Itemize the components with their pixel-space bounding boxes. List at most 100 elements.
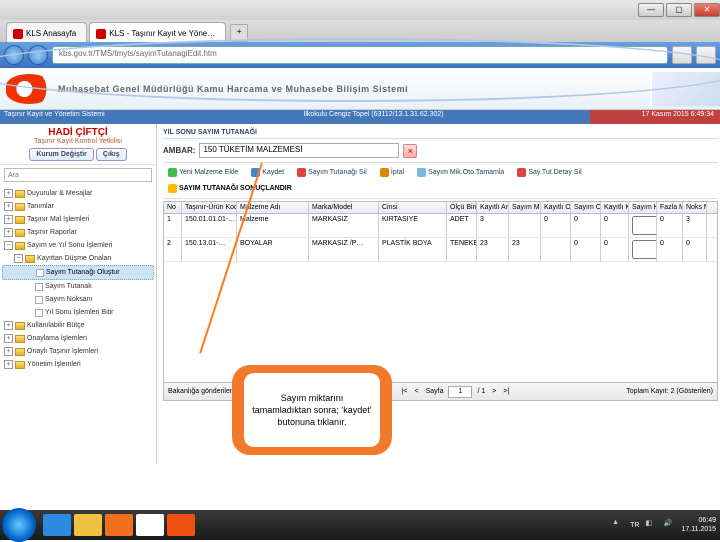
skisi-input[interactable] (632, 216, 657, 235)
cell-olcu: TENEKE (447, 238, 477, 261)
cell-kortak (541, 238, 571, 261)
banner-image (650, 72, 720, 106)
tree-toggle-icon[interactable]: − (14, 254, 23, 263)
toolbar-label: Say.Tut.Detay Sil (528, 169, 581, 176)
browser-tab-active[interactable]: KLS - Taşınır Kayıt ve Yöne… (89, 22, 226, 42)
change-org-button[interactable]: Kurum Değiştir (29, 148, 94, 161)
grid-total: Toplam Kayıt: 2 (Gösterilen) (626, 388, 713, 395)
sayim-input[interactable] (512, 216, 537, 223)
refresh-button[interactable] (672, 46, 692, 64)
toolbar-label: İptal (391, 169, 404, 176)
column-header[interactable]: Fazla Miktar (657, 202, 683, 213)
toolbar-button[interactable]: SAYIM TUTANAĞI SONUÇLANDIR (163, 182, 297, 195)
tree-item[interactable]: −Kayıttan Düşme Onaları (2, 252, 154, 265)
toolbar-button[interactable]: Say.Tut.Detay Sil (512, 166, 586, 179)
tree-item[interactable]: +Onaylama İşlemleri (2, 332, 154, 345)
tree-toggle-icon[interactable]: − (4, 241, 13, 250)
taskbar-ie-icon[interactable] (43, 514, 71, 536)
ambar-select[interactable]: 150 TÜKETİM MALZEMESİ (199, 143, 399, 158)
system-tray: ▲ TR ◧ 🔊 06:49 17.11.2015 (612, 516, 716, 534)
table-row[interactable]: 1150.01.01.01-…MalzemeMARKASIZKIRTASIYEA… (164, 214, 717, 238)
tree-item[interactable]: Yıl Sonu İşlemleri Bitir (2, 306, 154, 319)
column-header[interactable]: No (164, 202, 182, 213)
toolbar-button[interactable]: Kaydet (246, 166, 289, 179)
toolbar-button[interactable]: Sayım Tutanağı Sil (292, 166, 372, 179)
search-input[interactable] (4, 168, 152, 182)
start-button[interactable] (2, 508, 36, 542)
column-header[interactable]: Kayıtlı Ambar Miktarı (477, 202, 509, 213)
folder-icon (15, 361, 25, 369)
tray-clock[interactable]: 06:49 17.11.2015 (681, 516, 716, 534)
tab-label: KLS Anasayfa (26, 29, 76, 38)
banner-title: Muhasebat Genel Müdürlüğü Kamu Harcama v… (58, 84, 408, 94)
column-header[interactable]: Noks Mik (683, 202, 707, 213)
tree-toggle-icon[interactable]: + (4, 334, 13, 343)
taskbar-wmp-icon[interactable] (105, 514, 133, 536)
last-page-icon[interactable]: >| (501, 388, 511, 395)
new-tab-button[interactable]: + (230, 24, 248, 42)
back-icon[interactable] (4, 45, 24, 65)
tray-lang[interactable]: TR (630, 522, 639, 529)
taskbar-explorer-icon[interactable] (74, 514, 102, 536)
tree-item[interactable]: +Taşınır Mal İşlemleri (2, 213, 154, 226)
taskbar-firefox-icon[interactable] (167, 514, 195, 536)
taskbar-chrome-icon[interactable] (136, 514, 164, 536)
skisi-input[interactable] (632, 240, 657, 259)
forward-icon[interactable] (28, 45, 48, 65)
browser-titlebar: — ▢ ✕ (0, 0, 720, 20)
tree-toggle-icon[interactable]: + (4, 360, 13, 369)
page-icon (35, 283, 43, 291)
tree-item[interactable]: −Sayım ve Yıl Sonu İşlemleri (2, 239, 154, 252)
maximize-button[interactable]: ▢ (666, 3, 692, 17)
tree-item[interactable]: +Duyurular & Mesajlar (2, 187, 154, 200)
next-page-icon[interactable]: > (490, 388, 498, 395)
tree-toggle-icon[interactable]: + (4, 202, 13, 211)
tree-item[interactable]: +Yönetim İşlemleri (2, 358, 154, 371)
browser-tab[interactable]: KLS Anasayfa (6, 22, 87, 42)
home-button[interactable] (696, 46, 716, 64)
toolbar-icon (297, 168, 306, 177)
tree-toggle-icon[interactable]: + (4, 321, 13, 330)
sayim-input[interactable] (512, 240, 537, 247)
address-bar[interactable]: kbs.gov.tr/TMS/tmyts/sayimTutanagiEdit.h… (52, 46, 668, 64)
prev-page-icon[interactable]: < (412, 388, 420, 395)
minimize-button[interactable]: — (638, 3, 664, 17)
page-number-input[interactable] (448, 386, 472, 398)
tree-item[interactable]: Sayım Noksanı (2, 293, 154, 306)
close-button[interactable]: ✕ (694, 3, 720, 17)
tree-toggle-icon[interactable]: + (4, 347, 13, 356)
column-header[interactable]: Sayım Miktarı (509, 202, 541, 213)
column-header[interactable]: Kayıtlı Ortak Zimmet (541, 202, 571, 213)
column-header[interactable]: Kayıtlı Kişiye Zimmet (601, 202, 629, 213)
toolbar-button[interactable]: Yeni Malzeme Ekle (163, 166, 243, 179)
column-header[interactable]: Cinsi (379, 202, 447, 213)
tree-item[interactable]: Sayım Tutanak (2, 280, 154, 293)
column-header[interactable]: Taşınır-Ürün Kodu (182, 202, 237, 213)
toolbar-button[interactable]: İptal (375, 166, 409, 179)
ambar-clear-icon[interactable]: × (403, 144, 417, 158)
folder-icon (15, 190, 25, 198)
tree-label: Taşınır Raporlar (27, 226, 77, 239)
tree-item[interactable]: Sayım Tutanağı Oluştur (2, 265, 154, 280)
column-header[interactable]: Marka/Model (309, 202, 379, 213)
column-header[interactable]: Sayım Ortak Zimmet (571, 202, 601, 213)
tray-sound-icon[interactable]: 🔊 (663, 519, 675, 531)
toolbar-button[interactable]: Sayım Mik.Oto.Tamamla (412, 166, 509, 179)
tree-item[interactable]: + Taşınır Raporlar (2, 226, 154, 239)
cell-no: 2 (164, 238, 182, 261)
column-header[interactable]: Ölçü Birimi (447, 202, 477, 213)
tray-flag-icon[interactable]: ▲ (612, 519, 624, 531)
first-page-icon[interactable]: |< (400, 388, 410, 395)
tree-toggle-icon[interactable]: + (4, 189, 13, 198)
tree-item[interactable]: +Kullanılabilir Bütçe (2, 319, 154, 332)
tree-item[interactable]: +Tanımlar (2, 200, 154, 213)
tray-network-icon[interactable]: ◧ (645, 519, 657, 531)
flag-icon (6, 74, 52, 104)
logout-button[interactable]: Çıkış (96, 148, 127, 161)
tree-toggle-icon[interactable]: + (4, 215, 13, 224)
column-header[interactable]: Sayım Kişi Miktarı (629, 202, 657, 213)
clock-date: 17.11.2015 (681, 525, 716, 534)
table-row[interactable]: 2150.13.01-…BOYALARMARKASIZ /P…PLASTİK B… (164, 238, 717, 262)
tree-item[interactable]: +Onaylı Taşınır İşlemleri (2, 345, 154, 358)
tree-toggle-icon[interactable]: + (4, 228, 13, 237)
